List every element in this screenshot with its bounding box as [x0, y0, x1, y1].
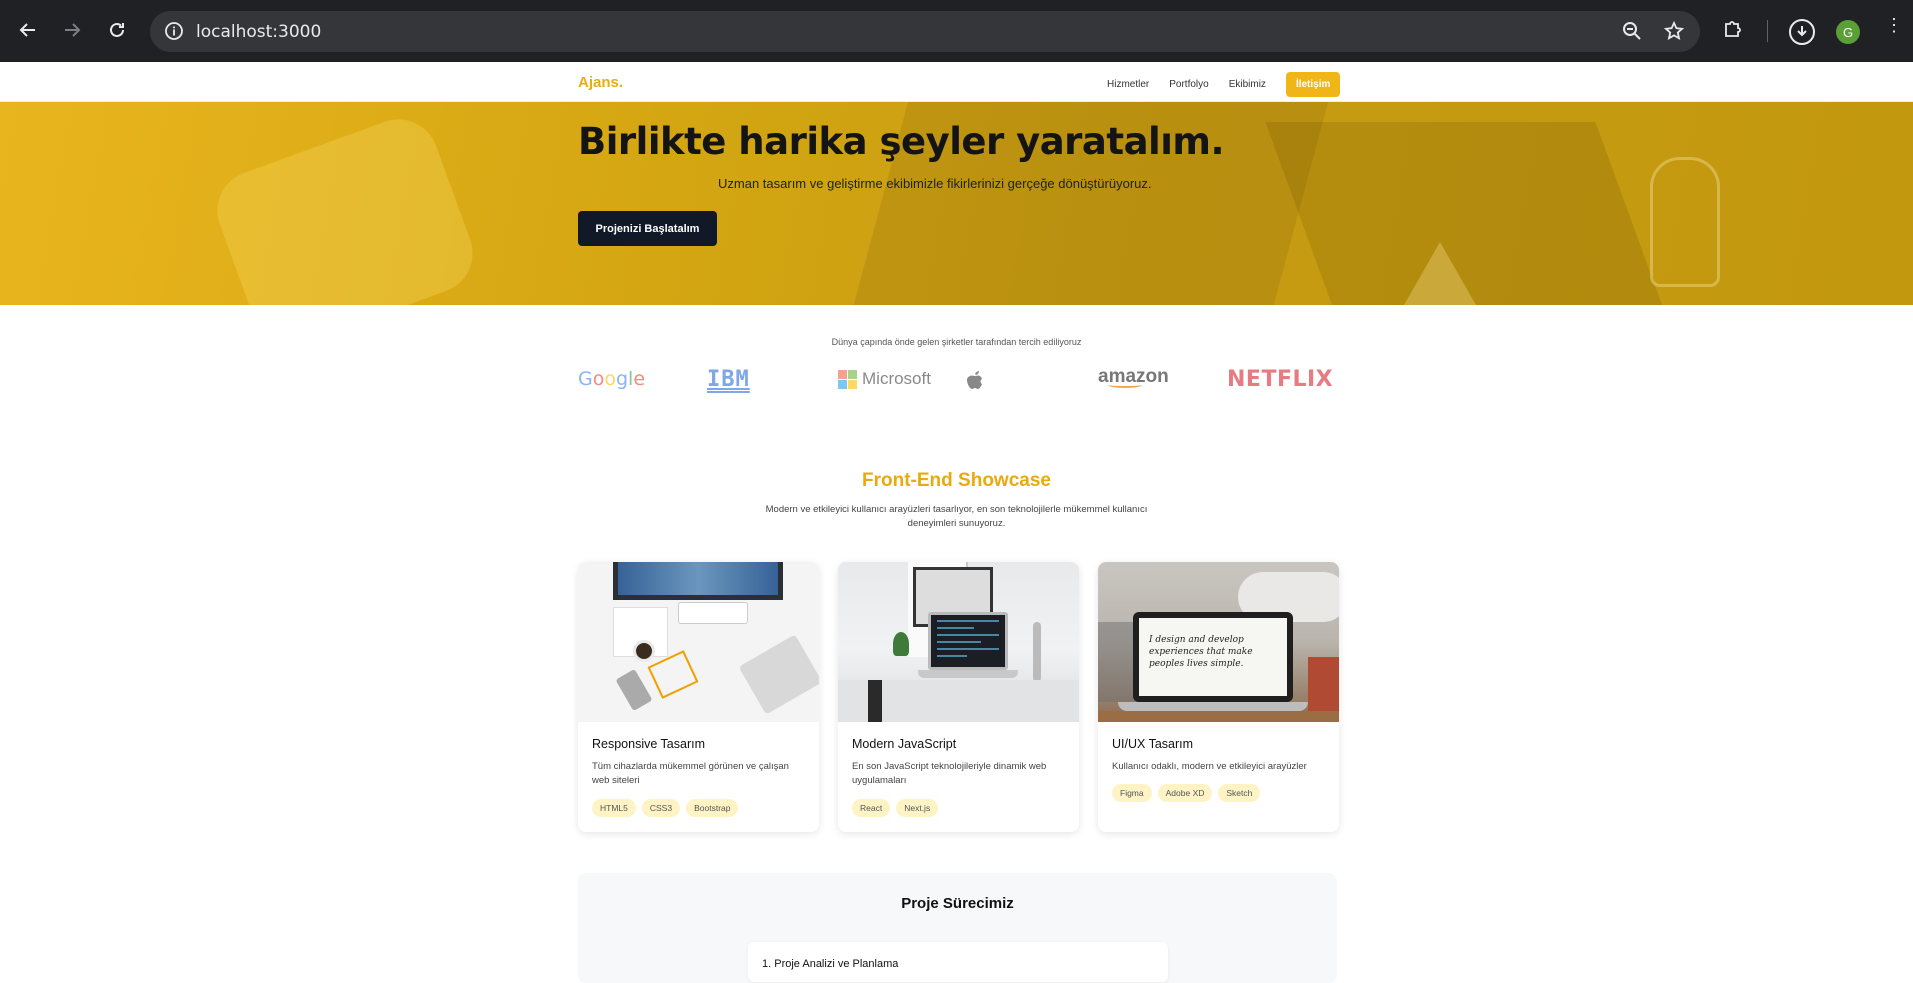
toolbar-divider: [1767, 20, 1768, 42]
nav-links: Hizmetler Portfolyo Ekibimiz İletişim: [1107, 72, 1341, 97]
back-icon[interactable]: [14, 16, 42, 44]
card-title: Responsive Tasarım: [592, 737, 706, 751]
showcase-card-responsive[interactable]: Responsive Tasarım Tüm cihazlarda mükemm…: [578, 562, 819, 832]
tag-react: React: [852, 799, 891, 817]
tag-adobe-xd: Adobe XD: [1157, 784, 1213, 802]
hero-background-image: [206, 108, 484, 305]
tag-html5: HTML5: [592, 799, 636, 817]
amazon-smile-icon: [1108, 382, 1142, 388]
tag-css3: CSS3: [641, 799, 681, 817]
card-text: Tüm cihazlarda mükemmel görünen ve çalış…: [592, 761, 789, 786]
process-step[interactable]: 1. Proje Analizi ve Planlama: [748, 942, 1168, 982]
hero-section: Birlikte harika şeyler yaratalım. Uzman …: [0, 102, 1913, 305]
microsoft-logo: Microsoft: [838, 366, 931, 392]
card-tags: HTML5 CSS3 Bootstrap: [592, 799, 744, 817]
hero-title: Birlikte harika şeyler yaratalım.: [578, 120, 1225, 163]
tag-sketch: Sketch: [1218, 784, 1261, 802]
extensions-icon[interactable]: [1722, 18, 1744, 45]
bookmark-star-icon[interactable]: [1663, 20, 1685, 46]
url-text[interactable]: localhost:3000: [196, 22, 321, 42]
showcase-card-uiux[interactable]: I design and develop experiences that ma…: [1098, 562, 1339, 832]
profile-avatar[interactable]: G: [1836, 20, 1860, 44]
start-project-button[interactable]: Projenizi Başlatalım: [578, 211, 717, 246]
google-logo: Google: [578, 368, 646, 390]
showcase-card-javascript[interactable]: Modern JavaScript En son JavaScript tekn…: [838, 562, 1079, 832]
reload-icon[interactable]: [103, 16, 131, 44]
tag-nextjs: Next.js: [896, 799, 939, 817]
card-tags: Figma Adobe XD Sketch: [1112, 784, 1266, 802]
kebab-menu-icon[interactable]: ⋮: [1885, 16, 1903, 34]
site-navbar: Ajans. Hizmetler Portfolyo Ekibimiz İlet…: [0, 62, 1913, 102]
zoom-icon[interactable]: [1622, 21, 1642, 46]
process-title: Proje Sürecimiz: [901, 895, 1014, 912]
hero-subtitle: Uzman tasarım ve geliştirme ekibimizle f…: [718, 176, 1152, 191]
card-image: I design and develop experiences that ma…: [1098, 562, 1339, 722]
ibm-logo: IBM: [707, 366, 750, 392]
site-logo[interactable]: Ajans.: [578, 74, 623, 91]
tag-figma: Figma: [1112, 784, 1152, 802]
contact-button[interactable]: İletişim: [1285, 72, 1341, 97]
amazon-logo: amazon: [1098, 366, 1169, 392]
showcase-title: Front-End Showcase: [862, 470, 1051, 491]
nav-link-ekibimiz[interactable]: Ekibimiz: [1229, 79, 1266, 90]
nav-link-portfolyo[interactable]: Portfolyo: [1169, 79, 1208, 90]
hero-background-image: [1400, 242, 1480, 305]
site-info-icon[interactable]: [164, 21, 184, 41]
apple-logo: [966, 366, 984, 392]
nav-link-hizmetler[interactable]: Hizmetler: [1107, 79, 1149, 90]
microsoft-wordmark: Microsoft: [862, 369, 931, 388]
browser-toolbar: localhost:3000 G ⋮: [0, 0, 1913, 62]
card-image: [578, 562, 819, 722]
forward-icon[interactable]: [58, 16, 86, 44]
download-icon[interactable]: [1789, 19, 1815, 45]
process-step-label: 1. Proje Analizi ve Planlama: [762, 958, 899, 970]
card-tags: React Next.js: [852, 799, 944, 817]
card-text: Kullanıcı odaklı, modern ve etkileyici a…: [1112, 761, 1307, 772]
card-title: Modern JavaScript: [852, 737, 957, 751]
clients-caption: Dünya çapında önde gelen şirketler taraf…: [831, 337, 1082, 347]
netflix-logo: NETFLIX: [1227, 366, 1334, 392]
apple-icon: [967, 371, 982, 389]
microsoft-grid-icon: [838, 369, 857, 389]
card-title: UI/UX Tasarım: [1112, 737, 1194, 751]
hero-background-image: [1650, 157, 1720, 287]
showcase-description: Modern ve etkileyici kullanıcı arayüzler…: [765, 504, 1148, 529]
tag-bootstrap: Bootstrap: [686, 799, 739, 817]
card-text: En son JavaScript teknolojileriyle dinam…: [852, 761, 1047, 786]
address-bar[interactable]: localhost:3000: [150, 11, 1700, 52]
laptop-screen-text: I design and develop experiences that ma…: [1139, 618, 1287, 696]
process-section: Proje Sürecimiz 1. Proje Analizi ve Plan…: [578, 873, 1337, 983]
card-image: [838, 562, 1079, 722]
